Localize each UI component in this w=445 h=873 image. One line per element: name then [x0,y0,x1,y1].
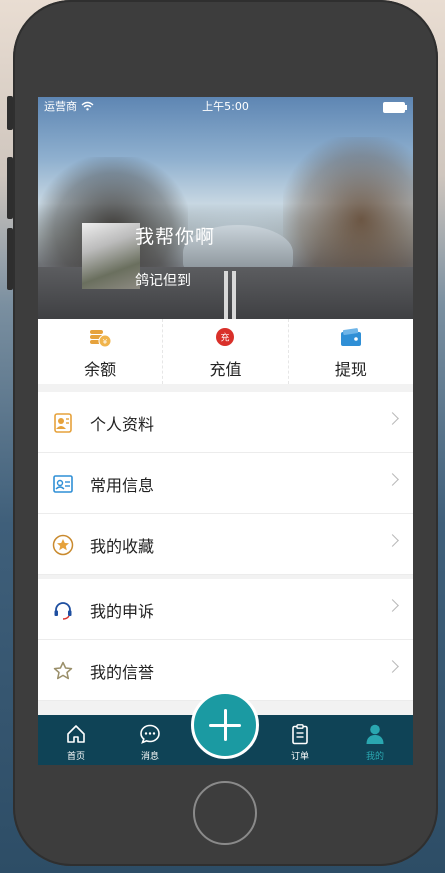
person-icon [366,724,384,744]
headset-icon [54,602,72,620]
chevron-right-icon [386,473,399,486]
battery-icon [383,102,407,113]
tab-label: 订单 [290,752,309,762]
menu-item-label: 个人资料 [90,415,155,434]
profile-header: 运营商 上午5:00 我帮你啊 鸽记但到 [38,97,413,319]
wallet-row: ¥ 余额 充 充值 提现 [38,319,413,384]
wallet-withdraw[interactable]: 提现 [289,319,413,384]
menu-item-profile[interactable]: 个人资料 [38,392,413,453]
menu-item-favorites[interactable]: 我的收藏 [38,514,413,575]
wallet-balance-label: 余额 [84,360,117,379]
tab-label: 我的 [365,752,384,762]
status-bar: 运营商 上午5:00 [38,97,413,117]
clipboard-icon [292,724,308,745]
star-outline-icon [53,661,73,680]
app-screen: 运营商 上午5:00 我帮你啊 鸽记但到 ¥ 余额 充 充值 提现 个人资料 常… [38,97,413,765]
phone-mute-switch [7,96,13,130]
phone-volume-down [7,228,13,290]
chevron-right-icon [386,534,399,547]
wallet-recharge[interactable]: 充 充值 [163,319,289,384]
tab-messages[interactable]: 消息 [120,715,180,765]
status-time: 上午5:00 [202,100,249,113]
star-circle-icon [52,534,74,556]
profile-name: 我帮你啊 [135,226,216,248]
recharge-badge-text: 充 [221,332,230,344]
tab-home[interactable]: 首页 [46,715,106,765]
header-trees-right [283,137,413,287]
tab-orders[interactable]: 订单 [270,715,330,765]
profile-card-icon [54,413,72,433]
tab-label: 首页 [66,752,85,762]
menu-item-label: 我的申诉 [90,602,155,621]
menu-list: 个人资料 常用信息 我的收藏 我的申诉 我的信誉 [38,392,413,701]
menu-item-common-info[interactable]: 常用信息 [38,453,413,514]
menu-item-label: 常用信息 [90,476,155,495]
chat-bubble-icon [140,724,160,744]
svg-text:¥: ¥ [103,338,108,346]
menu-item-appeals[interactable]: 我的申诉 [38,579,413,640]
home-icon [67,725,85,743]
wallet-balance[interactable]: ¥ 余额 [38,319,164,384]
tab-mine[interactable]: 我的 [345,715,405,765]
menu-item-label: 我的收藏 [90,537,155,556]
contact-card-icon [53,475,73,493]
avatar[interactable] [82,223,140,289]
chevron-right-icon [386,660,399,673]
chevron-right-icon [386,599,399,612]
phone-home-button[interactable] [193,781,257,845]
recharge-badge-icon: 充 [216,328,235,346]
phone-volume-up [7,157,13,219]
tab-label: 消息 [140,752,159,762]
add-button[interactable] [191,691,259,759]
wallet-icon [340,328,361,346]
wallet-recharge-label: 充值 [209,360,242,379]
menu-item-label: 我的信誉 [90,663,155,682]
profile-signature: 鸽记但到 [135,273,191,289]
wallet-withdraw-label: 提现 [334,360,367,379]
chevron-right-icon [386,412,399,425]
coin-stack-icon: ¥ [90,330,112,348]
